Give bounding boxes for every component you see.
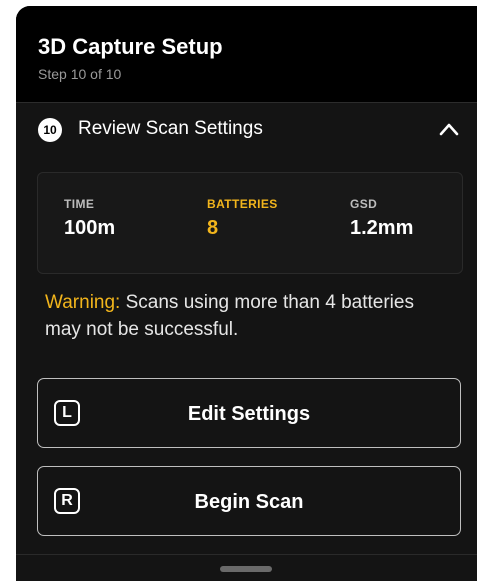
stat-time: TIME 100m: [64, 197, 115, 240]
capture-setup-panel: 3D Capture Setup Step 10 of 10 10 Review…: [16, 6, 477, 581]
scan-stats-card: TIME 100m BATTERIES 8 GSD 1.2mm: [37, 172, 463, 274]
drag-handle[interactable]: [220, 566, 272, 572]
stat-batteries: BATTERIES 8: [207, 197, 278, 240]
stat-batteries-label: BATTERIES: [207, 197, 278, 211]
stat-batteries-value: 8: [207, 217, 219, 239]
edit-settings-button[interactable]: L Edit Settings: [37, 378, 461, 448]
section-title: Review Scan Settings: [78, 118, 263, 139]
stat-gsd-value: 1.2mm: [350, 217, 414, 239]
stat-time-value: 100m: [64, 217, 116, 239]
battery-warning: Warning: Scans using more than 4 batteri…: [45, 289, 455, 343]
step-number-badge: 10: [38, 118, 62, 142]
review-section-header[interactable]: 10 Review Scan Settings: [16, 102, 477, 162]
panel-header: 3D Capture Setup Step 10 of 10: [16, 6, 477, 103]
begin-scan-button[interactable]: R Begin Scan: [37, 466, 461, 536]
bottom-divider: [16, 554, 477, 555]
panel-title: 3D Capture Setup: [38, 34, 223, 59]
warning-prefix: Warning:: [45, 292, 121, 313]
edit-settings-label: Edit Settings: [187, 403, 311, 425]
step-indicator: Step 10 of 10: [38, 66, 122, 82]
stat-time-label: TIME: [64, 197, 95, 211]
stat-gsd: GSD 1.2mm: [350, 197, 413, 240]
stat-gsd-label: GSD: [350, 197, 378, 211]
chevron-up-icon[interactable]: [439, 122, 459, 136]
begin-scan-label: Begin Scan: [194, 491, 304, 513]
